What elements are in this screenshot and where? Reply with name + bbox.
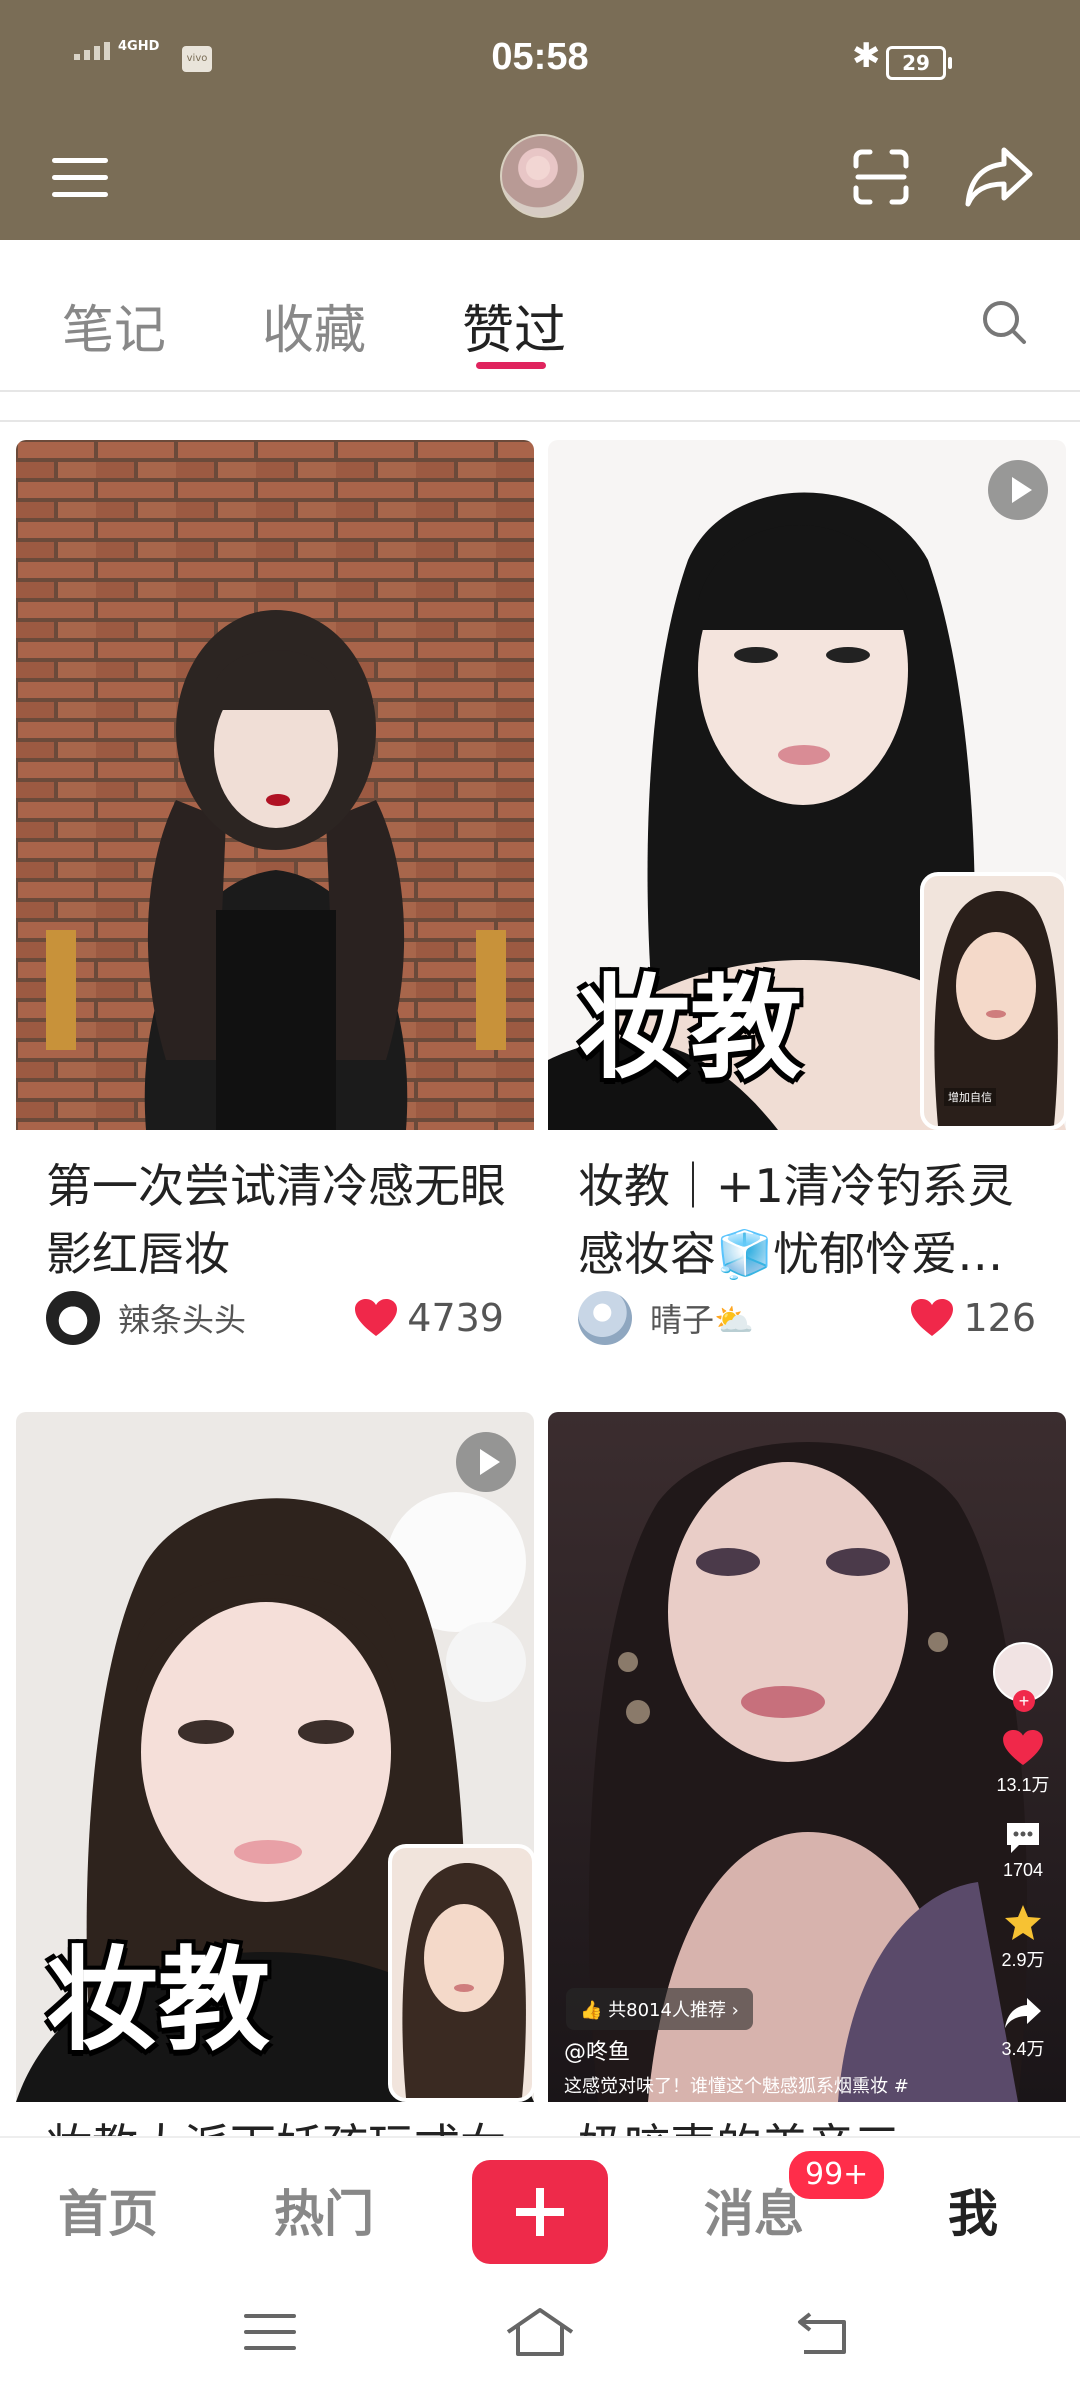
- scan-icon[interactable]: [852, 148, 910, 206]
- heart-icon[interactable]: [911, 1299, 954, 1337]
- battery-level: 29: [902, 51, 930, 75]
- message-badge: 99+: [786, 2148, 888, 2202]
- back-icon[interactable]: [794, 2310, 850, 2356]
- like-number: 4739: [407, 1296, 504, 1340]
- profile-header: [0, 124, 1080, 240]
- note-card[interactable]: + 13.1万 1704 2.9万 3.4万 👍 共8014人推荐 › @咚鱼 …: [548, 1412, 1066, 2136]
- home-icon[interactable]: [504, 2306, 576, 2358]
- nav-home[interactable]: 首页: [58, 2174, 158, 2246]
- video-author[interactable]: @咚鱼: [564, 2034, 630, 2066]
- note-title[interactable]: 奶咬声的美音三: [578, 2112, 1048, 2136]
- inset-video: 增加自信: [920, 872, 1066, 1130]
- heart-icon[interactable]: [1003, 1730, 1043, 1766]
- video-description: 这感觉对味了！谁懂这个魅感狐系烟熏妆 #: [564, 2076, 909, 2097]
- video-play-icon: [988, 460, 1048, 520]
- author-avatar[interactable]: [46, 1291, 100, 1345]
- note-card[interactable]: 妆教 妆教大派下妖孩玩式女: [16, 1412, 534, 2136]
- note-author[interactable]: 晴子⛅: [578, 1288, 754, 1348]
- battery-icon: 29: [886, 46, 952, 80]
- tab-liked[interactable]: 赞过: [462, 288, 566, 363]
- video-side-actions: + 13.1万 1704 2.9万 3.4万: [988, 1642, 1058, 2061]
- like-count[interactable]: 126: [911, 1288, 1036, 1348]
- video-like[interactable]: 13.1万: [988, 1730, 1058, 1797]
- cover-overlay-text: 妆教: [578, 964, 802, 1094]
- note-title[interactable]: 第一次尝试清冷感无眼影红唇妆: [46, 1152, 516, 1288]
- system-nav-bar: [0, 2276, 1080, 2400]
- like-count[interactable]: 4739: [355, 1288, 504, 1348]
- video-comment-count: 1704: [1002, 1860, 1044, 1880]
- inset-video: [388, 1844, 534, 2102]
- tab-collections[interactable]: 收藏: [262, 288, 366, 363]
- video-share-count: 3.4万: [1001, 2039, 1045, 2059]
- video-favorite-count: 2.9万: [1001, 1950, 1045, 1970]
- search-icon[interactable]: [980, 298, 1028, 346]
- divider: [0, 420, 1080, 422]
- status-bar: 4GHD vivo 05:58 ✱ 29: [0, 0, 1080, 124]
- active-tab-indicator: [476, 362, 546, 369]
- comment-icon[interactable]: [1003, 1819, 1043, 1855]
- heart-icon[interactable]: [355, 1299, 398, 1337]
- note-title[interactable]: 妆教｜+1清冷钓系灵感妆容🧊忧郁怜爱…: [578, 1152, 1048, 1288]
- avatar[interactable]: [500, 134, 584, 218]
- share-icon[interactable]: [1003, 1994, 1043, 2030]
- recent-apps-icon[interactable]: [244, 2312, 296, 2352]
- note-card[interactable]: 第一次尝试清冷感无眼影红唇妆 辣条头头 4739: [16, 440, 534, 1376]
- video-like-count: 13.1万: [996, 1775, 1050, 1795]
- star-icon[interactable]: [1003, 1903, 1043, 1941]
- note-author[interactable]: 辣条头头: [46, 1288, 246, 1348]
- note-title[interactable]: 妆教大派下妖孩玩式女: [46, 2112, 516, 2136]
- recommend-badge[interactable]: 👍 共8014人推荐 ›: [566, 1988, 753, 2030]
- like-number: 126: [963, 1296, 1036, 1340]
- video-comment[interactable]: 1704: [988, 1819, 1058, 1881]
- author-name[interactable]: 晴子⛅: [650, 1295, 754, 1341]
- nav-hot[interactable]: 热门: [274, 2174, 374, 2246]
- bottom-nav: 首页 热门 消息 99+ 我: [0, 2136, 1080, 2278]
- post-button[interactable]: [472, 2160, 608, 2264]
- profile-tabs: 笔记 收藏 赞过: [0, 240, 1080, 392]
- video-play-icon: [456, 1432, 516, 1492]
- author-avatar[interactable]: [578, 1291, 632, 1345]
- video-favorite[interactable]: 2.9万: [988, 1903, 1058, 1972]
- inset-caption: 增加自信: [944, 1088, 996, 1106]
- author-name[interactable]: 辣条头头: [118, 1295, 246, 1341]
- cover-overlay-text: 妆教: [46, 1936, 270, 2066]
- share-icon[interactable]: [964, 144, 1034, 208]
- menu-icon[interactable]: [52, 158, 108, 206]
- recommend-text: 共8014人推荐: [608, 2000, 726, 2021]
- note-cover-image[interactable]: [16, 440, 534, 1130]
- creator-avatar[interactable]: +: [993, 1642, 1053, 1712]
- bluetooth-icon: ✱: [852, 36, 881, 76]
- note-card[interactable]: 妆教 增加自信 妆教｜+1清冷钓系灵感妆容🧊忧郁怜爱… 晴子⛅ 126: [548, 440, 1066, 1376]
- nav-me[interactable]: 我: [948, 2174, 998, 2246]
- tab-notes[interactable]: 笔记: [62, 288, 166, 363]
- video-share[interactable]: 3.4万: [988, 1994, 1058, 2061]
